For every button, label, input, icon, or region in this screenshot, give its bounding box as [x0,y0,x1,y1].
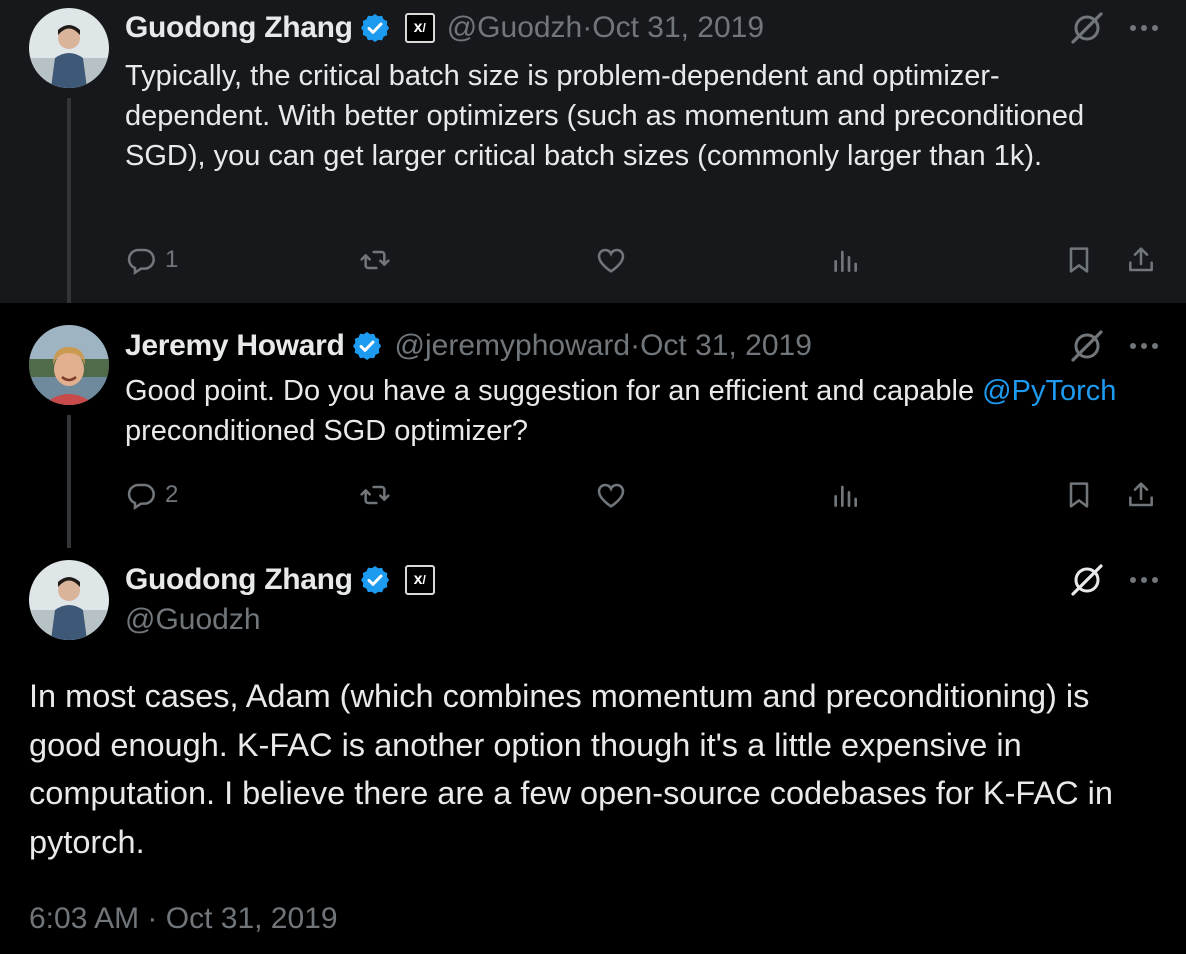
verified-badge-icon[interactable] [359,564,391,596]
verified-badge-icon[interactable] [351,330,383,362]
avatar[interactable] [29,560,109,640]
avatar[interactable] [29,325,109,405]
affiliate-badge-icon[interactable]: x / [404,565,435,595]
tweet-date[interactable]: Oct 31, 2019 [592,11,764,45]
tweet-date[interactable]: Oct 31, 2019 [640,329,812,363]
views-icon [834,250,857,272]
more-icon[interactable] [1130,25,1158,31]
bookmark-icon [1069,482,1089,508]
mention-link[interactable]: @PyTorch [982,375,1116,407]
tweet-header: Guodong Zhang x / [125,560,435,600]
tweet-header: Jeremy Howard @jeremyphoward · Oct 31, 2… [125,326,812,366]
like-button[interactable] [595,475,627,515]
share-icon [1129,247,1153,272]
more-icon[interactable] [1130,343,1158,349]
share-button[interactable] [1125,240,1157,280]
reply-icon [127,483,155,511]
tweet-1[interactable]: Guodong Zhang x / @Guodzh · Oct 31, 2019 … [0,0,1186,303]
like-icon [597,248,625,273]
bookmark-button[interactable] [1063,475,1095,515]
bookmark-icon [1069,247,1089,273]
author-name[interactable]: Guodong Zhang [125,563,353,597]
tweet-menu [1068,8,1158,48]
tweet-menu [1068,560,1158,600]
separator: · [630,329,641,362]
tweet-2[interactable]: Jeremy Howard @jeremyphoward · Oct 31, 2… [0,303,1186,548]
tweet-text: Good point. Do you have a suggestion for… [125,371,1125,451]
separator: · [139,902,166,935]
grok-icon[interactable] [1068,9,1106,47]
author-handle[interactable]: @Guodzh [125,603,261,637]
author-name[interactable]: Jeremy Howard [125,329,345,363]
bookmark-button[interactable] [1063,240,1095,280]
action-bar: 1 [125,240,1165,280]
retweet-button[interactable] [359,475,391,515]
retweet-button[interactable] [359,240,391,280]
tweet-time: 6:03 AM [29,902,140,935]
tweet-3-focused: Guodong Zhang x / @Guodzh In most cases, … [0,548,1186,954]
reply-button[interactable]: 1 [125,240,178,280]
verified-badge-icon[interactable] [359,12,391,44]
affiliate-badge-icon[interactable]: x / [404,13,435,43]
share-icon [1129,482,1153,507]
tweet-date: Oct 31, 2019 [165,902,338,935]
retweet-icon [360,250,390,270]
avatar[interactable] [29,8,109,88]
tweet-header: Guodong Zhang x / @Guodzh · Oct 31, 2019 [125,8,764,48]
like-button[interactable] [595,240,627,280]
views-button[interactable] [829,475,861,515]
tweet-text-part: Good point. Do you have a suggestion for… [125,375,983,407]
author-name[interactable]: Guodong Zhang [125,11,353,45]
tweet-text: In most cases, Adam (which combines mome… [29,678,1113,860]
views-icon [834,485,857,507]
reply-icon [127,248,155,276]
reply-count: 1 [165,246,179,273]
retweet-icon [360,485,390,505]
views-button[interactable] [829,240,861,280]
tweet-text-part: preconditioned SGD optimizer? [125,415,528,447]
thread-line [67,98,71,303]
more-icon[interactable] [1130,577,1158,583]
action-bar: 2 [125,475,1165,515]
author-handle[interactable]: @Guodzh [447,11,583,45]
like-icon [597,483,625,508]
tweet-text: Typically, the critical batch size is pr… [125,60,1085,172]
separator: · [582,11,593,44]
tweet-timestamp[interactable]: 6:03 AM · Oct 31, 2019 [29,902,338,936]
thread-line [67,415,71,548]
reply-button[interactable]: 2 [125,475,178,515]
grok-icon[interactable] [1068,327,1106,365]
tweet-menu [1068,326,1158,366]
reply-count: 2 [165,481,179,508]
author-handle[interactable]: @jeremyphoward [395,329,631,363]
grok-icon[interactable] [1068,561,1106,599]
share-button[interactable] [1125,475,1157,515]
